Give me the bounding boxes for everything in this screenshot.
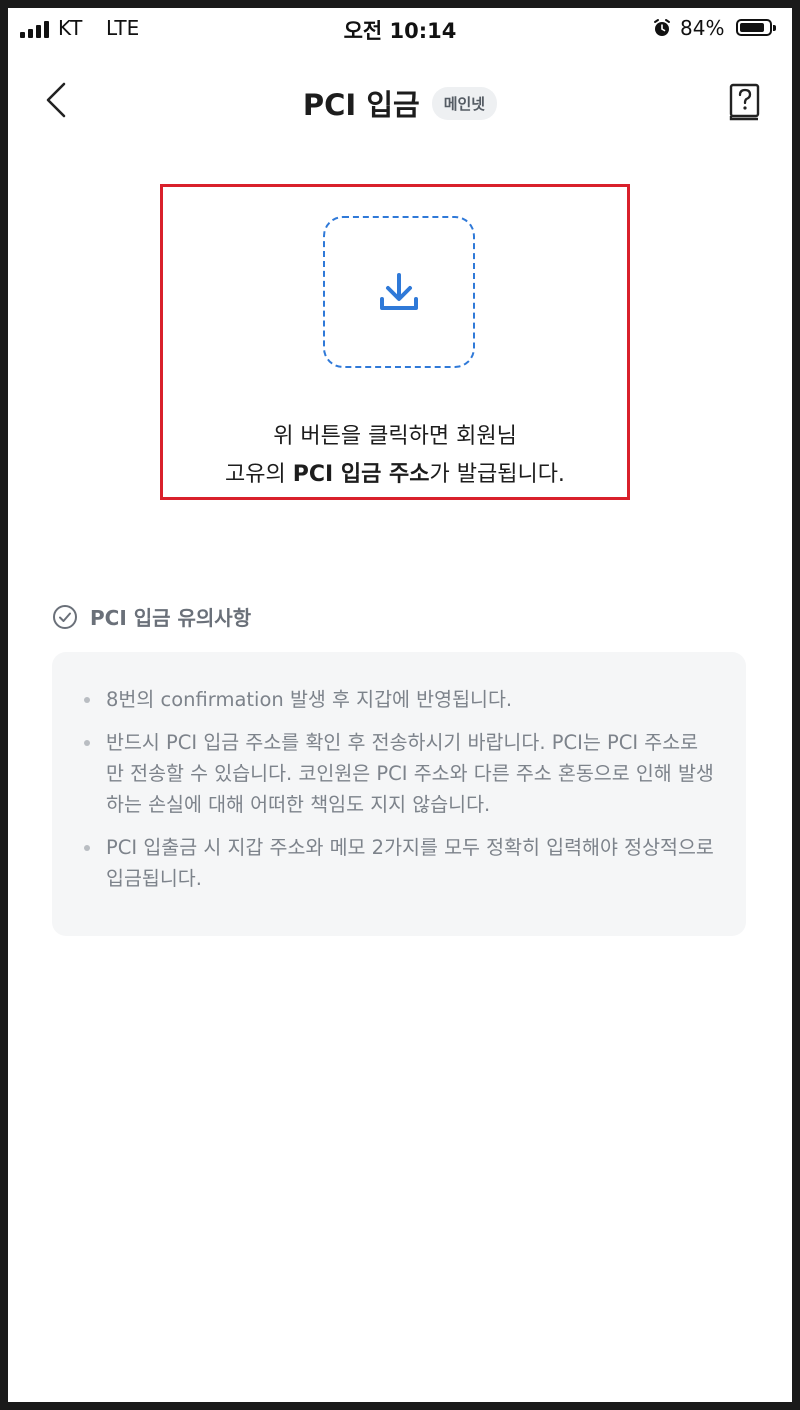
download-icon: [380, 273, 418, 310]
description-line-1: 위 버튼을 클릭하면 회원님: [273, 424, 517, 449]
battery-percent: 84%: [680, 16, 725, 40]
notice-list: 8번의 confirmation 발생 후 지갑에 반영됩니다. 반드시 PCI…: [78, 684, 716, 894]
issue-address-button[interactable]: [323, 216, 475, 368]
description-line-2: 고유의 PCI 입금 주소가 발급됩니다.: [160, 456, 630, 494]
notice-header: PCI 입금 유의사항: [52, 602, 251, 631]
deposit-description: 위 버튼을 클릭하면 회원님 고유의 PCI 입금 주소가 발급됩니다.: [160, 418, 630, 494]
help-book-icon[interactable]: [728, 82, 762, 122]
notice-item: 8번의 confirmation 발생 후 지갑에 반영됩니다.: [78, 684, 716, 715]
notice-box: 8번의 confirmation 발생 후 지갑에 반영됩니다. 반드시 PCI…: [52, 652, 746, 936]
app-screen: KT LTE 오전 10:14 84% PCI 입금 메인넷 위 버튼을 클릭하…: [8, 8, 792, 1402]
header: PCI 입금 메인넷: [8, 82, 792, 124]
check-circle-icon: [53, 604, 77, 629]
page-title: PCI 입금: [302, 88, 420, 122]
status-bar: KT LTE 오전 10:14 84%: [8, 8, 792, 48]
description-emphasis: PCI 입금 주소: [292, 462, 430, 487]
notice-item: PCI 입출금 시 지갑 주소와 메모 2가지를 모두 정확히 입력해야 정상적…: [78, 832, 716, 894]
notice-title: PCI 입금 유의사항: [90, 606, 252, 630]
notice-item: 반드시 PCI 입금 주소를 확인 후 전송하시기 바랍니다. PCI는 PCI…: [78, 727, 716, 820]
alarm-icon: [654, 19, 670, 36]
description-prefix: 고유의: [225, 462, 293, 487]
status-time: 오전 10:14: [343, 19, 457, 43]
network-badge: 메인넷: [431, 86, 498, 120]
description-suffix: 가 발급됩니다.: [429, 462, 565, 487]
battery-icon: [736, 19, 776, 36]
